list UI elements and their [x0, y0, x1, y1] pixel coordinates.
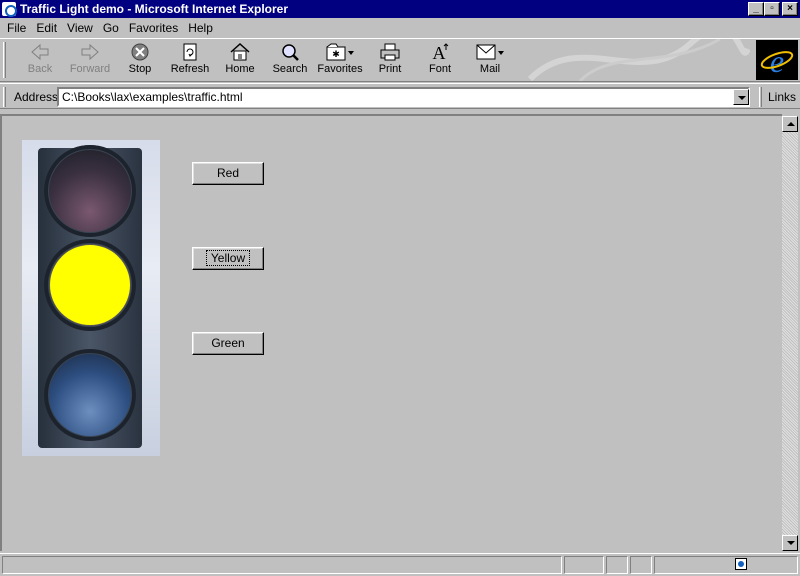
window-controls: _ ▫ × — [748, 2, 798, 16]
home-button[interactable]: Home — [215, 42, 265, 80]
links-button[interactable]: Links — [768, 90, 796, 104]
mail-button[interactable]: Mail — [465, 42, 515, 80]
menu-view[interactable]: View — [62, 21, 98, 35]
status-progress-cell — [564, 556, 604, 574]
search-icon — [282, 44, 299, 61]
yellow-lamp-lit — [49, 244, 131, 326]
ie-app-icon[interactable] — [2, 2, 17, 17]
menu-favorites[interactable]: Favorites — [124, 21, 183, 35]
svg-text:e: e — [770, 43, 784, 77]
back-button[interactable]: Back — [15, 42, 65, 80]
toolbar-grip[interactable] — [3, 42, 6, 78]
traffic-light-image — [22, 140, 160, 456]
search-button[interactable]: Search — [265, 42, 315, 80]
svg-text:✱: ✱ — [332, 49, 340, 59]
back-arrow-icon — [31, 43, 49, 61]
address-bar: Address Links — [0, 83, 800, 109]
menu-bar: File Edit View Go Favorites Help — [0, 18, 800, 38]
green-button[interactable]: Green — [192, 332, 264, 355]
menu-help[interactable]: Help — [183, 21, 218, 35]
stop-icon — [131, 43, 149, 61]
scroll-down-button[interactable] — [782, 535, 798, 551]
print-button[interactable]: Print — [365, 42, 415, 80]
close-button[interactable]: × — [782, 2, 798, 16]
standard-toolbar: Back Forward Stop Refresh Home Search ✱ … — [0, 38, 800, 82]
title-bar: Traffic Light demo - Microsoft Internet … — [0, 0, 800, 18]
menu-file[interactable]: File — [2, 21, 31, 35]
ie-logo-icon: e — [760, 43, 794, 77]
green-lamp — [49, 354, 131, 436]
stop-button[interactable]: Stop — [115, 42, 165, 80]
status-security-cell — [630, 556, 652, 574]
address-input[interactable] — [57, 87, 750, 107]
menu-go[interactable]: Go — [98, 21, 124, 35]
window-title: Traffic Light demo - Microsoft Internet … — [20, 2, 289, 16]
refresh-icon — [183, 43, 197, 61]
favorites-button[interactable]: ✱ Favorites — [315, 42, 365, 80]
home-icon — [230, 42, 250, 61]
font-button[interactable]: A Font — [415, 42, 465, 80]
refresh-button[interactable]: Refresh — [165, 42, 215, 80]
status-bar — [0, 553, 800, 576]
address-label: Address — [14, 90, 59, 104]
svg-text:A: A — [433, 43, 446, 62]
toolbar-background-swirl — [527, 39, 750, 81]
address-dropdown-button[interactable] — [733, 89, 749, 105]
restore-button[interactable]: ▫ — [764, 2, 780, 16]
mail-icon — [476, 44, 504, 60]
forward-arrow-icon — [81, 43, 99, 61]
ie-throbber-logo: e — [756, 40, 798, 80]
scroll-up-button[interactable] — [782, 116, 798, 132]
red-button[interactable]: Red — [192, 162, 264, 185]
menu-edit[interactable]: Edit — [31, 21, 62, 35]
minimize-button[interactable]: _ — [748, 2, 764, 16]
favorites-folder-icon: ✱ — [326, 43, 354, 61]
links-grip[interactable] — [759, 87, 762, 107]
printer-icon — [380, 43, 400, 61]
font-icon: A — [433, 43, 449, 62]
zone-icon — [735, 558, 747, 570]
status-text-cell — [2, 556, 562, 574]
red-lamp — [49, 150, 131, 232]
vertical-scrollbar[interactable] — [782, 116, 798, 551]
forward-button[interactable]: Forward — [65, 42, 115, 80]
status-zone-cell — [654, 556, 798, 574]
status-offline-cell — [606, 556, 628, 574]
address-bar-grip[interactable] — [3, 87, 6, 107]
yellow-button[interactable]: Yellow — [192, 247, 264, 270]
